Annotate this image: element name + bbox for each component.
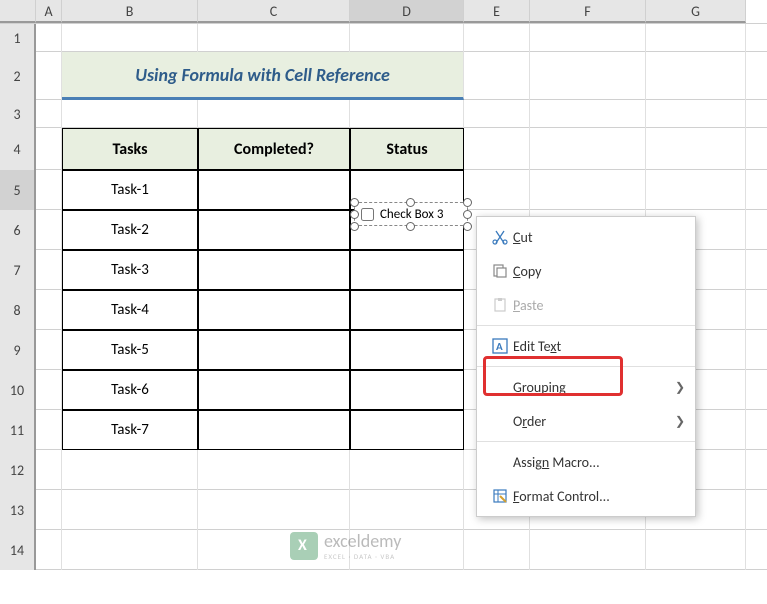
row-header-10[interactable]: 10 [0,370,36,410]
task-cell[interactable]: Task-1 [62,170,198,210]
selection-handle[interactable] [406,222,415,231]
row-header-5[interactable]: 5 [0,170,36,210]
menu-label: CuCutt [513,229,685,246]
menu-cut[interactable]: CuCutt [477,220,695,254]
watermark: exceldemy EXCEL · DATA · VBA [290,530,401,561]
menu-label: Assign Macro... [513,454,685,471]
chevron-right-icon: ❯ [675,414,685,429]
status-cell[interactable] [350,330,464,370]
task-cell[interactable]: Task-2 [62,210,198,250]
watermark-brand: exceldemy [324,530,401,552]
col-header-B[interactable]: B [62,0,198,23]
format-icon [487,488,513,504]
task-cell[interactable]: Task-5 [62,330,198,370]
row-header-11[interactable]: 11 [0,410,36,450]
selection-handle[interactable] [463,210,472,219]
selection-handle[interactable] [350,222,359,231]
menu-separator [477,366,695,367]
page-title: Using Formula with Cell Reference [62,52,464,100]
col-header-C[interactable]: C [198,0,350,23]
paste-icon [487,297,513,313]
menu-edit-text[interactable]: A Edit Text [477,329,695,363]
completed-cell[interactable] [198,210,350,250]
column-headers: A B C D E F G [0,0,767,24]
menu-label: Copy [513,263,685,280]
selection-handle[interactable] [463,222,472,231]
row-header-8[interactable]: 8 [0,290,36,330]
menu-label: Edit Text [513,338,685,355]
watermark-sub: EXCEL · DATA · VBA [324,552,401,561]
row-header-3[interactable]: 3 [0,100,36,128]
row-header-14[interactable]: 14 [0,530,36,570]
row-header-2[interactable]: 2 [0,52,36,100]
menu-label: Format Control... [513,488,685,505]
row-header-13[interactable]: 13 [0,490,36,530]
menu-copy[interactable]: Copy [477,254,695,288]
checkbox-label: Check Box 3 [380,207,443,222]
completed-cell[interactable] [198,290,350,330]
menu-separator [477,325,695,326]
status-cell[interactable] [350,290,464,330]
completed-cell[interactable] [198,170,350,210]
col-header-G[interactable]: G [646,0,746,23]
menu-grouping[interactable]: Grouping ❯ [477,370,695,404]
copy-icon [487,263,513,279]
selection-handle[interactable] [406,198,415,207]
menu-assign-macro[interactable]: Assign Macro... [477,445,695,479]
row-header-6[interactable]: 6 [0,210,36,250]
status-cell[interactable] [350,410,464,450]
context-menu: CuCutt Copy Paste A Edit Text Grouping ❯… [476,216,696,517]
edit-text-icon: A [487,337,513,355]
svg-text:A: A [496,340,503,353]
completed-cell[interactable] [198,330,350,370]
selection-handle[interactable] [463,198,472,207]
row-header-7[interactable]: 7 [0,250,36,290]
task-cell[interactable]: Task-6 [62,370,198,410]
th-status: Status [350,128,464,170]
col-header-A[interactable]: A [36,0,62,23]
row-header-12[interactable]: 12 [0,450,36,490]
menu-label: Grouping [513,379,675,396]
menu-format-control[interactable]: Format Control... [477,479,695,513]
th-tasks: Tasks [62,128,198,170]
completed-cell[interactable] [198,370,350,410]
select-all-corner[interactable] [0,0,36,23]
row-header-1[interactable]: 1 [0,24,36,52]
status-cell[interactable] [350,370,464,410]
task-cell[interactable]: Task-7 [62,410,198,450]
chevron-right-icon: ❯ [675,380,685,395]
completed-cell[interactable] [198,410,350,450]
menu-label: Paste [513,297,685,314]
task-cell[interactable]: Task-3 [62,250,198,290]
row-header-9[interactable]: 9 [0,330,36,370]
scissors-icon [487,229,513,245]
col-header-F[interactable]: F [530,0,646,23]
task-cell[interactable]: Task-4 [62,290,198,330]
th-completed: Completed? [198,128,350,170]
row-header-4[interactable]: 4 [0,128,36,170]
col-header-E[interactable]: E [464,0,530,23]
selection-handle[interactable] [350,198,359,207]
menu-label: Order [513,413,675,430]
menu-order[interactable]: Order ❯ [477,404,695,438]
completed-cell[interactable] [198,250,350,290]
watermark-icon [290,532,318,560]
menu-separator [477,441,695,442]
status-cell[interactable] [350,250,464,290]
checkbox-input[interactable] [361,208,374,221]
selection-handle[interactable] [350,210,359,219]
col-header-D[interactable]: D [350,0,464,23]
menu-paste: Paste [477,288,695,322]
